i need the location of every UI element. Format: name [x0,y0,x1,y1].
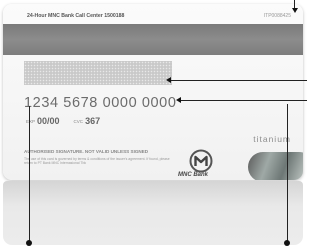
call-center-text: 24-Hour MNC Bank Call Center 1500188 [27,13,125,19]
mnc-bank-wordmark-icon: MNC Bank [178,172,209,178]
cvc-label: CVC [73,119,84,124]
callout-dot-left [26,240,32,246]
card-tier: titanium [253,134,291,144]
callout-arrow-stripe [291,8,298,13]
mnc-m-logo-icon [189,149,213,173]
signature-note: AUTHORISED SIGNATURE. NOT VALID UNLESS S… [24,149,149,154]
serial-number: ITP0088425 [263,13,291,19]
expiry-value: 00/00 [37,116,60,126]
callout-line-right [287,104,288,244]
card-number: 1234 5678 0000 0000 [24,95,177,111]
card-shadow-panel [3,181,303,245]
cvc-value: 367 [85,116,101,126]
callout-line-left [29,106,30,244]
callout-dot-right [284,240,290,246]
expiry-label: EXP [26,119,36,124]
fine-print: The use of this card is governed by term… [24,157,170,166]
signature-panel [24,61,172,85]
callout-line-signature [171,79,307,81]
callout-line-number [181,99,307,101]
expiry-cvc-row: EXP 00/00 CVC 367 [26,116,100,126]
hologram-icon [248,152,303,180]
card-back: 24-Hour MNC Bank Call Center 1500188 ITP… [3,4,303,180]
magnetic-stripe [3,24,303,55]
